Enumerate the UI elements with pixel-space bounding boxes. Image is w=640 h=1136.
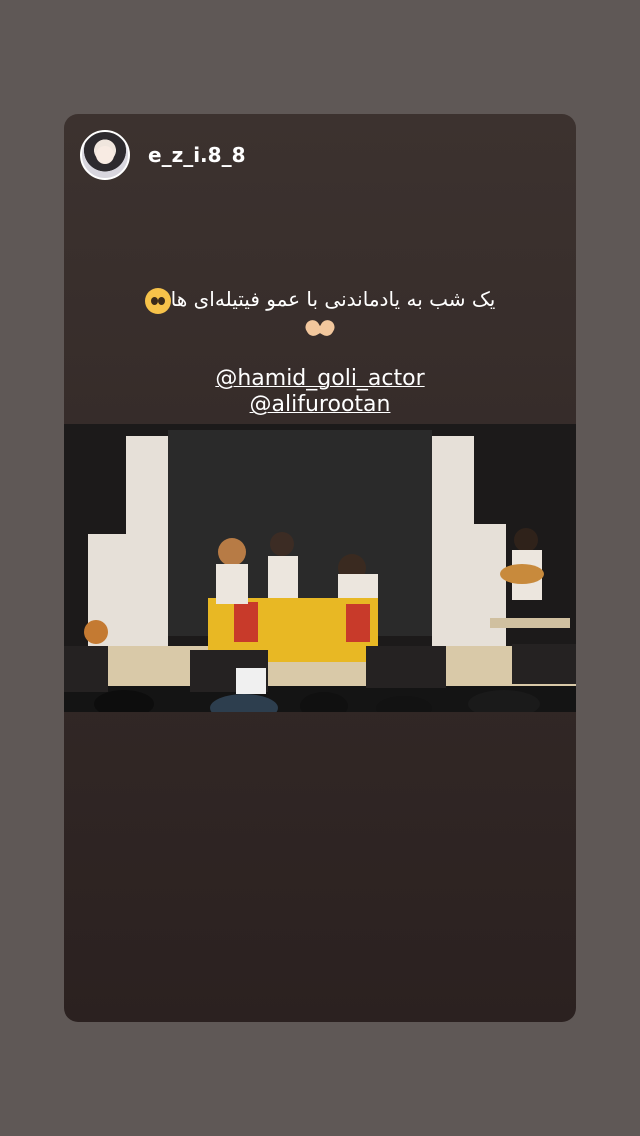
stage-performance-photo [64,424,576,712]
caption-text: یک شب به یادماندنی با عمو فیتیله‌ای ها [170,287,496,311]
avatar[interactable] [80,130,130,180]
caption-line: یک شب به یادماندنی با عمو فیتیله‌ای ها [64,286,576,314]
mention-link[interactable]: @alifurootan [64,392,576,418]
mention-link[interactable]: @hamid_goli_actor [64,366,576,392]
story-header: e_z_i.8_8 [80,128,246,182]
avatar-face-icon [96,146,114,164]
mentions: @hamid_goli_actor @alifurootan [64,366,576,418]
pleading-face-icon [144,287,171,314]
stage-photo [64,424,576,712]
heart-hands-icon [302,317,338,338]
story-card[interactable]: e_z_i.8_8 یک شب به یادماندنی با عمو فیتی… [64,114,576,1022]
story-caption: یک شب به یادماندنی با عمو فیتیله‌ای ها [64,286,576,344]
username[interactable]: e_z_i.8_8 [148,143,246,167]
